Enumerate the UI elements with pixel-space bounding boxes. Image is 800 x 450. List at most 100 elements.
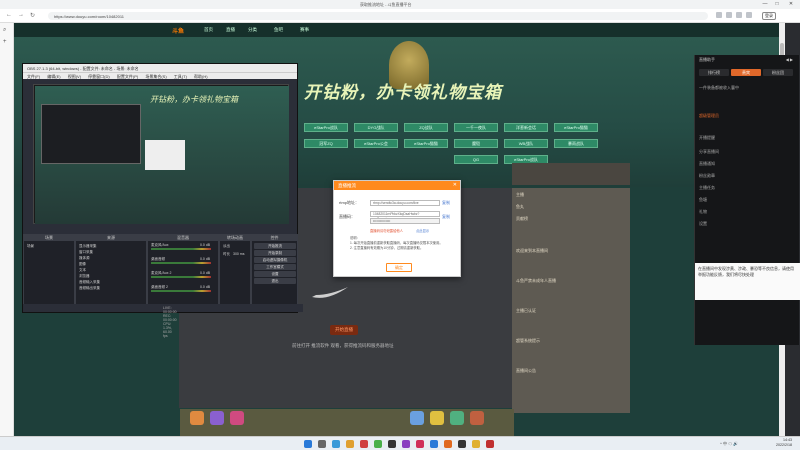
edge-icon[interactable] bbox=[332, 440, 340, 448]
site-nav-item[interactable]: 分类 bbox=[248, 27, 257, 33]
panel-row[interactable]: 主播任务 bbox=[699, 185, 715, 191]
forward-icon[interactable]: → bbox=[18, 12, 24, 18]
profile-icon[interactable] bbox=[746, 12, 752, 18]
team-button[interactable]: 一千一夜队 bbox=[454, 123, 498, 132]
back-icon[interactable]: ← bbox=[6, 12, 12, 18]
confirm-button[interactable]: 确定 bbox=[386, 263, 412, 272]
panel-row[interactable]: 一件装备都被收入囊中 bbox=[699, 85, 739, 91]
team-button[interactable]: 暴雨战队 bbox=[554, 139, 598, 148]
panel-row[interactable]: 设置 bbox=[699, 221, 707, 227]
start-streaming-button[interactable]: 开始推流 bbox=[254, 243, 296, 249]
source-item[interactable]: 文本 bbox=[79, 268, 86, 273]
gift-icon[interactable] bbox=[450, 411, 464, 425]
obs-title-bar[interactable]: OBS 27.1.3 (64-bit, windows) - 配置文件: 未命名… bbox=[23, 64, 297, 72]
transition-select[interactable]: 淡出 bbox=[223, 244, 230, 249]
rank-tabs[interactable] bbox=[512, 163, 630, 185]
source-item[interactable]: 浏览器 bbox=[79, 274, 90, 279]
close-icon[interactable]: ✕ bbox=[453, 182, 457, 188]
obs-menu-item[interactable]: 停靠窗口(D) bbox=[88, 74, 110, 79]
team-button[interactable]: eStarPro公会 bbox=[354, 139, 398, 148]
duration-input[interactable]: 300 ms bbox=[233, 252, 244, 256]
close-window-button[interactable]: ✕ bbox=[786, 1, 796, 8]
copy-stream-button[interactable]: 复制 bbox=[442, 214, 450, 220]
extension-icon[interactable] bbox=[716, 12, 722, 18]
system-tray[interactable]: ^ 中 ☁ 🔊 bbox=[720, 441, 738, 447]
scene-item[interactable]: 场景 bbox=[27, 244, 34, 249]
site-nav-item[interactable]: 首页 bbox=[204, 27, 213, 33]
exit-button[interactable]: 退出 bbox=[254, 278, 296, 284]
plus-icon[interactable]: + bbox=[3, 39, 7, 45]
site-nav-item[interactable]: 鱼吧 bbox=[274, 27, 283, 33]
team-button[interactable]: 冠军ZQ bbox=[304, 139, 348, 148]
minimize-button[interactable]: — bbox=[760, 1, 770, 8]
team-button[interactable]: DYG战队 bbox=[354, 123, 398, 132]
site-nav-item[interactable]: 赛事 bbox=[300, 27, 309, 33]
app-icon[interactable] bbox=[374, 440, 382, 448]
favorites-icon[interactable] bbox=[726, 12, 732, 18]
app-icon[interactable] bbox=[416, 440, 424, 448]
panel-row[interactable]: 开播提醒 bbox=[699, 135, 715, 141]
panel-tab[interactable]: 粉丝团 bbox=[763, 69, 793, 76]
virtual-camera-button[interactable]: 启动虚拟摄像机 bbox=[254, 257, 296, 263]
clock[interactable]: 14:43 2022/2/18 bbox=[776, 438, 792, 448]
panel-nav-icon[interactable]: ◀ ▶ bbox=[786, 57, 793, 62]
rtmp-field[interactable]: rtmp://sendtc3a.douyu.com/live bbox=[370, 200, 440, 206]
team-button[interactable]: eStarPro猫猫 bbox=[554, 123, 598, 132]
maximize-button[interactable]: □ bbox=[772, 1, 782, 8]
gift-icon[interactable] bbox=[470, 411, 484, 425]
panel-row[interactable]: 直播通知 bbox=[699, 161, 715, 167]
obs-menu-item[interactable]: 配置文件(P) bbox=[117, 74, 138, 79]
gift-icon[interactable] bbox=[210, 411, 224, 425]
panel-row[interactable]: 鱼塘 bbox=[699, 197, 707, 203]
app-icon[interactable] bbox=[486, 440, 494, 448]
team-button[interactable]: QG bbox=[454, 155, 498, 164]
search-icon[interactable] bbox=[318, 440, 326, 448]
start-recording-button[interactable]: 开始录制 bbox=[254, 250, 296, 256]
start-live-button[interactable]: 开始直播 bbox=[330, 325, 358, 335]
team-button[interactable]: 洋葱新会话 bbox=[504, 123, 548, 132]
source-item[interactable]: 音频输出采集 bbox=[79, 286, 100, 291]
panel-row[interactable]: 礼物 bbox=[699, 209, 707, 215]
gift-icon[interactable] bbox=[430, 411, 444, 425]
douyu-icon[interactable] bbox=[444, 440, 452, 448]
browser-tab-title[interactable]: 获取推流地址 - 斗鱼直播平台 bbox=[360, 2, 412, 8]
obs-menu-item[interactable]: 工具(T) bbox=[174, 74, 187, 79]
url-input[interactable]: https://www.douyu.com/room/10482011 bbox=[48, 12, 708, 20]
obs-menu-item[interactable]: 视图(V) bbox=[68, 74, 81, 79]
site-nav-item[interactable]: 直播 bbox=[226, 27, 235, 33]
obs-menu-item[interactable]: 文件(F) bbox=[27, 74, 40, 79]
app-icon[interactable] bbox=[472, 440, 480, 448]
obs-preview[interactable]: 开钻粉，办卡领礼物宝箱 bbox=[33, 84, 289, 224]
panel-tab[interactable]: 排行榜 bbox=[699, 69, 729, 76]
app-icon[interactable] bbox=[360, 440, 368, 448]
team-button[interactable]: eStarPro战队 bbox=[304, 123, 348, 132]
source-item[interactable]: 图像 bbox=[79, 262, 86, 267]
team-button[interactable]: WB战队 bbox=[504, 139, 548, 148]
panel-row[interactable]: 超级管理员 bbox=[699, 113, 719, 119]
obs-icon[interactable] bbox=[388, 440, 396, 448]
studio-mode-button[interactable]: 工作室模式 bbox=[254, 264, 296, 270]
panel-row[interactable]: 分享直播间 bbox=[699, 149, 719, 155]
panel-row[interactable]: 粉丝勋章 bbox=[699, 173, 715, 179]
panel-tab-active[interactable]: 贵宾 bbox=[731, 69, 761, 76]
explorer-icon[interactable] bbox=[346, 440, 354, 448]
show-code-link[interactable]: 点此显示 bbox=[416, 228, 429, 233]
team-button[interactable]: eStarPro猫猫 bbox=[404, 139, 448, 148]
source-item[interactable]: 音频输入采集 bbox=[79, 280, 100, 285]
stream-code-masked[interactable]: ••••••••••••••• bbox=[370, 218, 440, 224]
copy-rtmp-button[interactable]: 复制 bbox=[442, 200, 450, 206]
start-icon[interactable] bbox=[304, 440, 312, 448]
obs-menu-item[interactable]: 编辑(E) bbox=[47, 74, 60, 79]
gift-icon[interactable] bbox=[410, 411, 424, 425]
team-button[interactable]: 魔铠 bbox=[454, 139, 498, 148]
reload-icon[interactable]: ↻ bbox=[30, 12, 35, 19]
gift-icon[interactable] bbox=[190, 411, 204, 425]
stream-code-field[interactable]: 10482011rnPbkzXkqDsaHwbz?wsSecret=•••• bbox=[370, 211, 440, 221]
source-item[interactable]: 媒体源 bbox=[79, 256, 90, 261]
collections-icon[interactable] bbox=[736, 12, 742, 18]
obs-menu-item[interactable]: 帮助(H) bbox=[194, 74, 208, 79]
source-item[interactable]: 显示器采集 bbox=[79, 244, 97, 249]
app-icon[interactable] bbox=[458, 440, 466, 448]
site-logo[interactable]: 斗鱼 bbox=[172, 26, 184, 35]
search-icon[interactable]: ⌕ bbox=[3, 27, 6, 34]
